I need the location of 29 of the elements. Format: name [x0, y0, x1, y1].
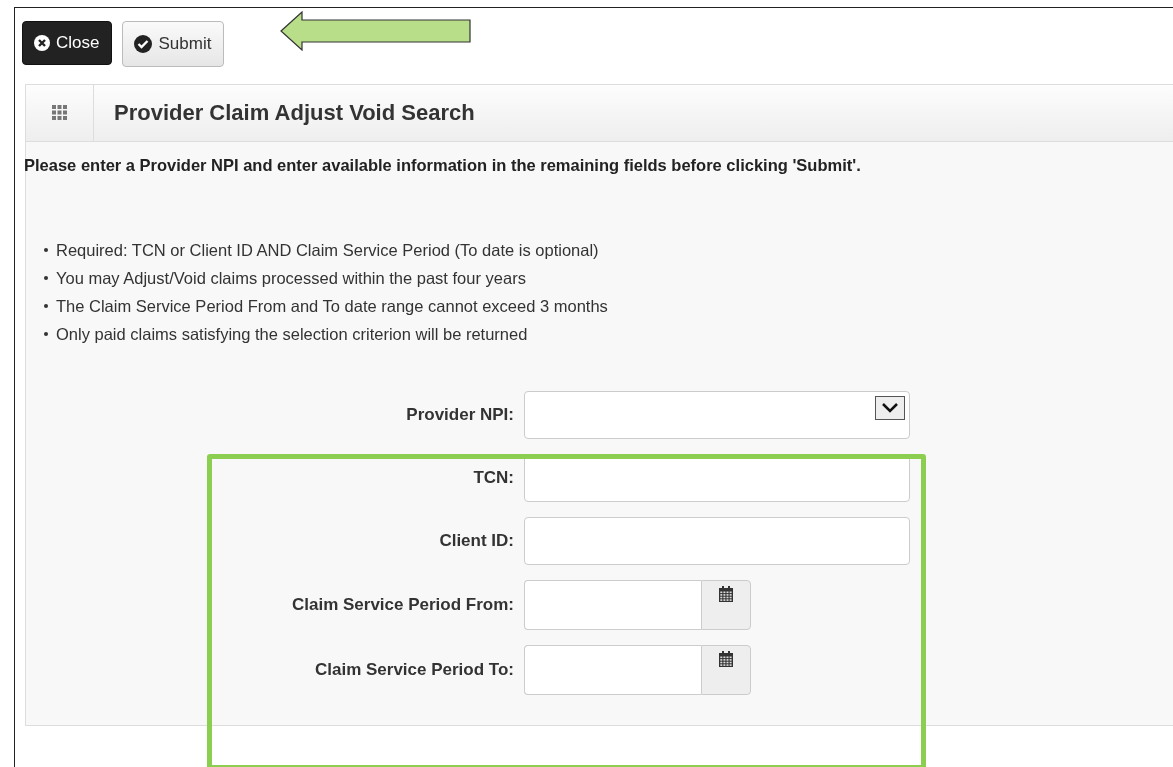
- date-field[interactable]: [524, 645, 701, 695]
- chevron-down-icon: [882, 403, 898, 413]
- calendar-button[interactable]: [701, 580, 751, 630]
- bullet-icon: [44, 248, 48, 252]
- check-icon: [133, 34, 154, 54]
- instruction-text: Please enter a Provider NPI and enter available information in the remaining fields before clicking 'Submit'.: [24, 156, 862, 175]
- panel-title: Provider Claim Adjust Void Search: [113, 100, 475, 126]
- note-text: You may Adjust/Void claims processed within the past four years: [56, 268, 526, 289]
- field-label: TCN:: [472, 468, 514, 488]
- field-label: Claim Service Period To:: [313, 660, 514, 680]
- calendar-button[interactable]: [701, 645, 751, 695]
- bullet-icon: [44, 304, 48, 308]
- date-field[interactable]: [524, 580, 701, 630]
- bullet-icon: [44, 276, 48, 280]
- calendar-icon[interactable]: [719, 651, 733, 667]
- submit-button[interactable]: Submit: [122, 21, 225, 67]
- note-text: Only paid claims satisfying the selection criterion will be returned: [56, 324, 528, 345]
- input-field[interactable]: [524, 517, 910, 565]
- left-arrow-icon: [280, 11, 472, 51]
- note-text: Required: TCN or Client ID AND Claim Service Period (To date is optional): [56, 240, 599, 261]
- field-label: Provider NPI:: [405, 405, 514, 425]
- grid-icon[interactable]: [51, 105, 68, 121]
- field-label: Client ID:: [438, 531, 514, 551]
- bullet-icon: [44, 332, 48, 336]
- calendar-icon[interactable]: [719, 586, 733, 602]
- close-button[interactable]: Close: [22, 21, 113, 65]
- note-text: The Claim Service Period From and To date range cannot exceed 3 months: [56, 296, 608, 317]
- field-label: Claim Service Period From:: [290, 595, 514, 615]
- close-icon: [33, 34, 51, 52]
